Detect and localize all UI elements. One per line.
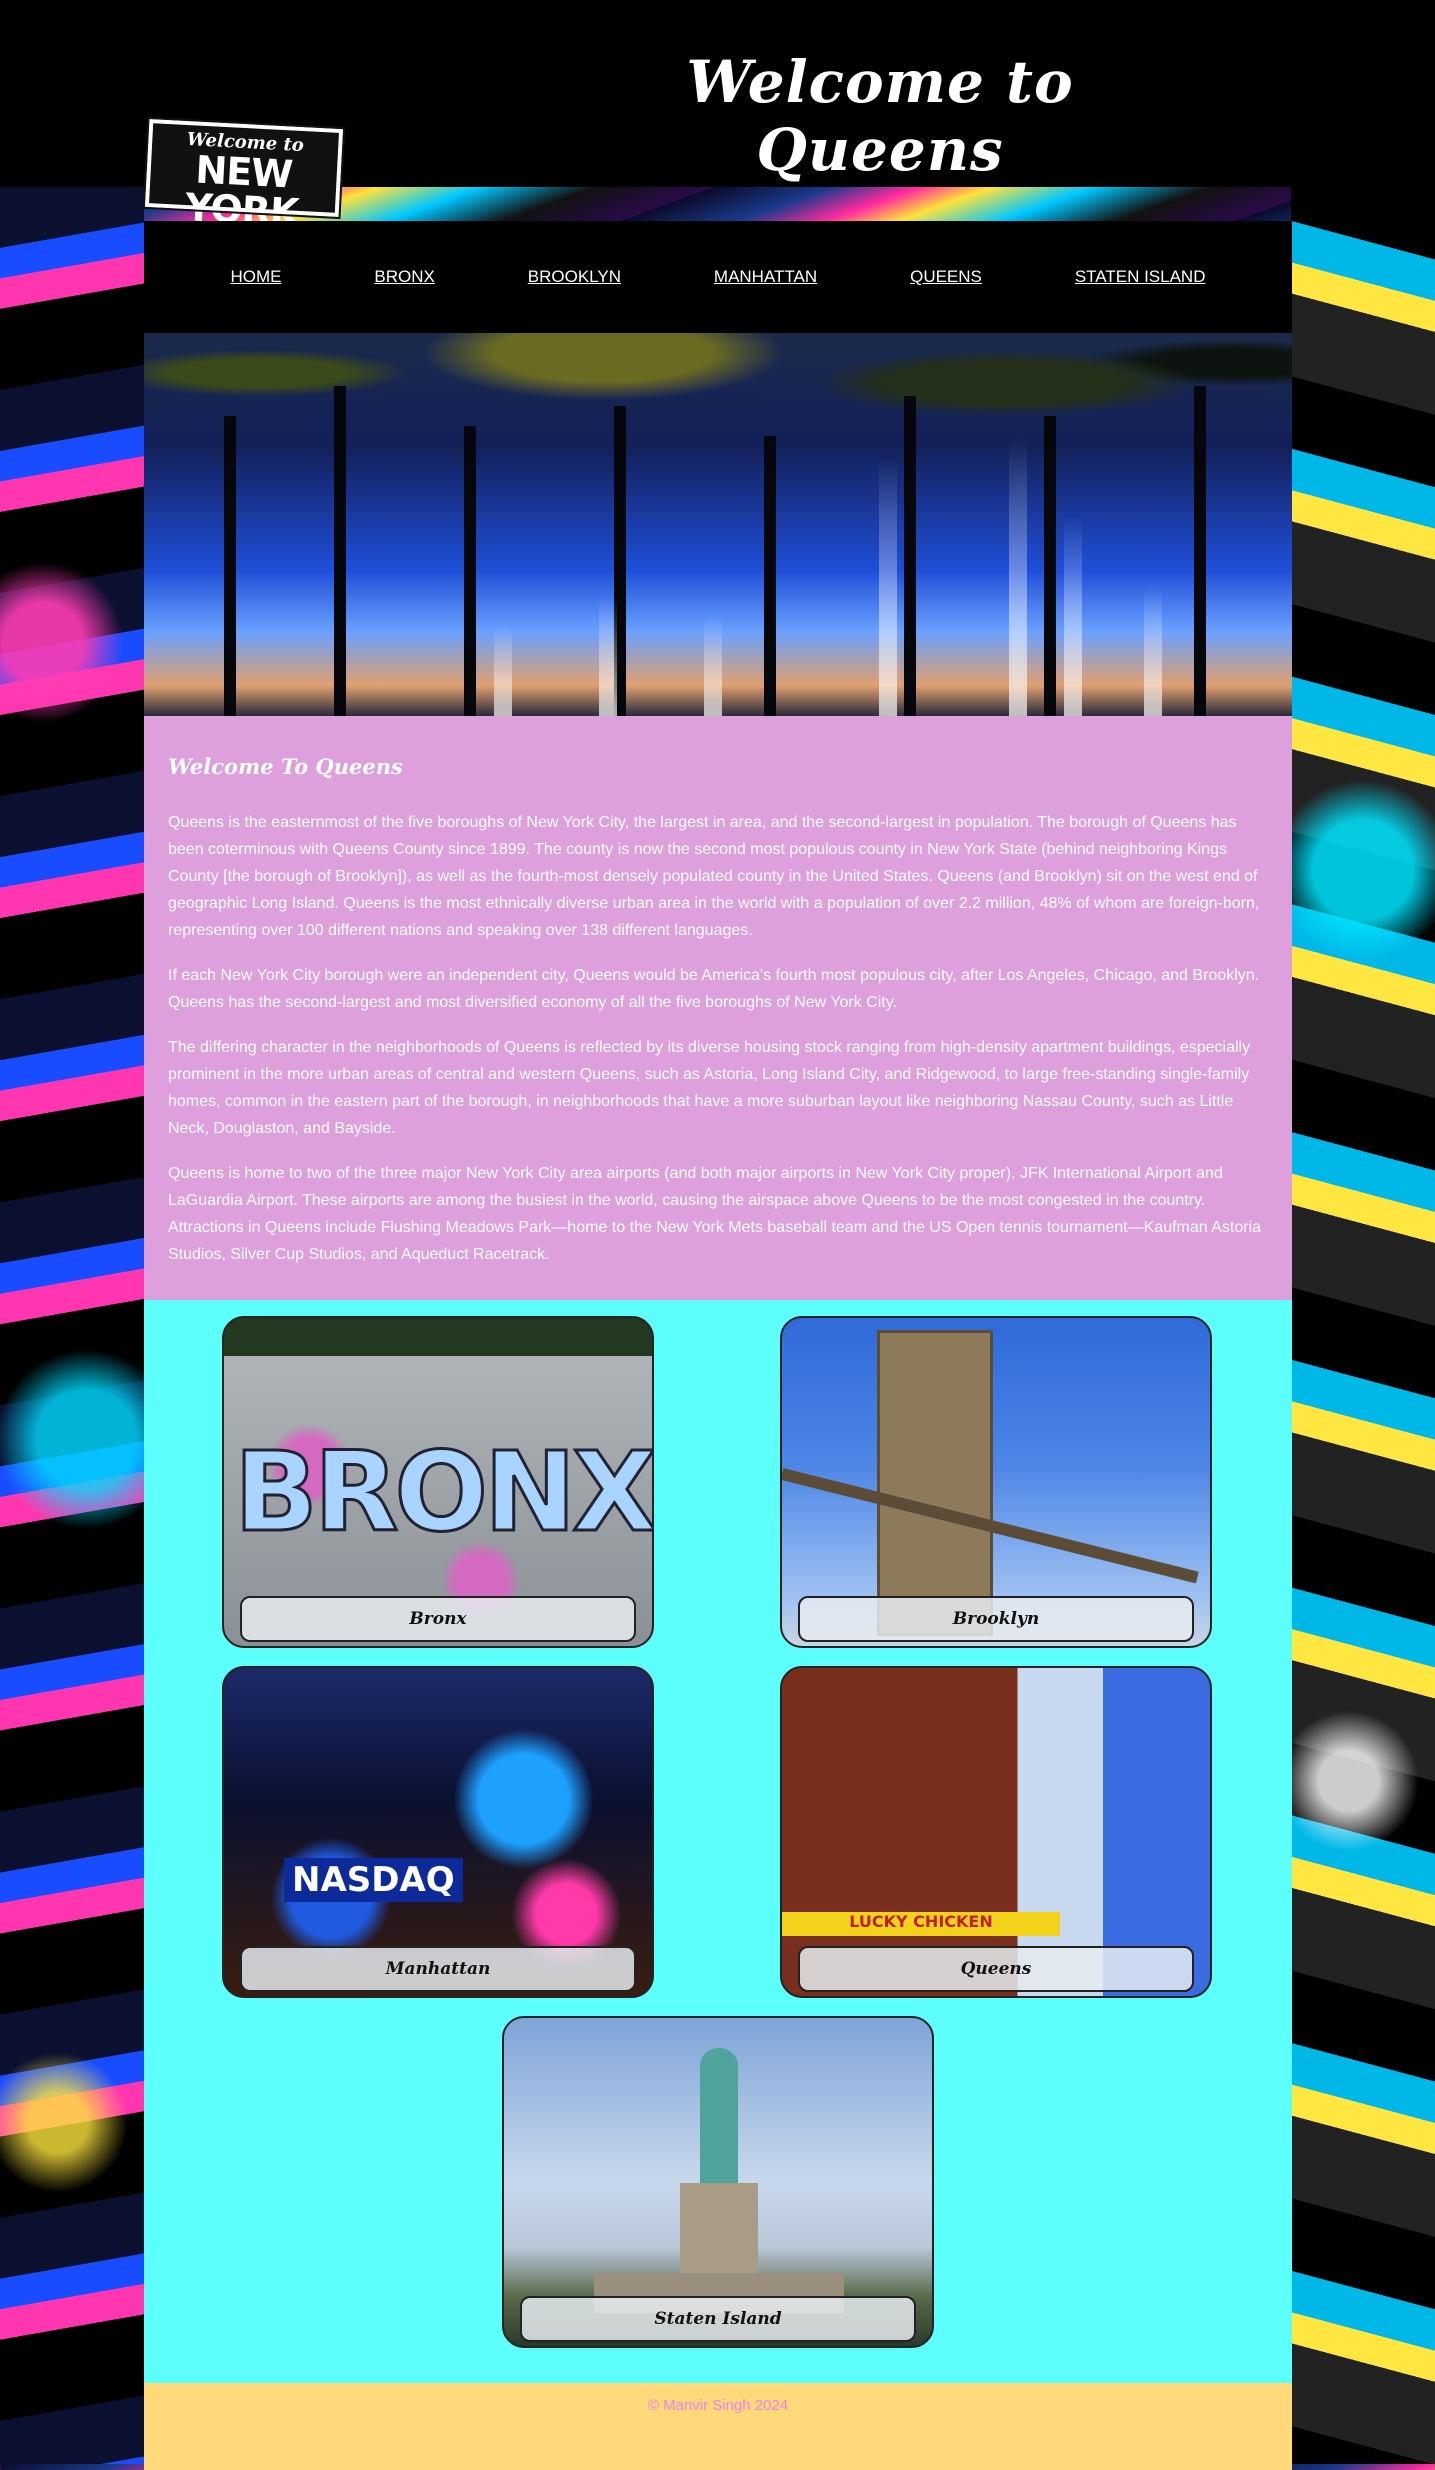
nav-link-brooklyn[interactable]: BROOKLYN: [528, 267, 621, 287]
about-section: Welcome To Queens Queens is the easternm…: [144, 716, 1292, 1300]
hero-image-park-fountains: [144, 333, 1292, 716]
nasdaq-sign-text: NASDAQ: [284, 1858, 463, 1902]
nav-link-staten-island[interactable]: STATEN ISLAND: [1075, 267, 1206, 287]
page-title: Welcome to Queens: [686, 48, 1074, 184]
footer-copyright: © Manvir Singh 2024: [647, 2397, 789, 2414]
main-container: HOME BRONX BROOKLYN MANHATTAN QUEENS STA…: [144, 221, 1292, 2470]
about-paragraph: Queens is the easternmost of the five bo…: [168, 814, 1260, 939]
nav-link-queens[interactable]: QUEENS: [910, 267, 982, 287]
shop-sign-text: LUCKY CHICKEN: [782, 1912, 1060, 1936]
nav-link-home[interactable]: HOME: [230, 267, 281, 287]
card-caption: Brooklyn: [798, 1596, 1194, 1642]
borough-card-manhattan[interactable]: NASDAQ Manhattan: [222, 1666, 654, 1998]
about-paragraph: The differing character in the neighborh…: [168, 1039, 1251, 1137]
borough-card-queens[interactable]: LUCKY CHICKEN Queens: [780, 1666, 1212, 1998]
new-york-logo: Welcome to NEW YORK: [142, 116, 346, 235]
card-caption: Manhattan: [240, 1946, 636, 1992]
background-collage-right: [1291, 187, 1435, 2464]
borough-card-staten-island[interactable]: Staten Island: [502, 2016, 934, 2348]
card-caption: Bronx: [240, 1596, 636, 1642]
borough-card-bronx[interactable]: BRONX Bronx: [222, 1316, 654, 1648]
card-caption: Staten Island: [520, 2296, 916, 2342]
borough-card-brooklyn[interactable]: Brooklyn: [780, 1316, 1212, 1648]
main-nav: HOME BRONX BROOKLYN MANHATTAN QUEENS STA…: [144, 221, 1292, 333]
nav-link-bronx[interactable]: BRONX: [374, 267, 434, 287]
about-paragraph: Queens is home to two of the three major…: [168, 1165, 1262, 1263]
page-footer: © Manvir Singh 2024: [144, 2383, 1292, 2470]
background-collage-left: [0, 187, 144, 2464]
card-caption: Queens: [798, 1946, 1194, 1992]
about-paragraph: If each New York City borough were an in…: [168, 967, 1260, 1011]
nav-link-manhattan[interactable]: MANHATTAN: [714, 267, 817, 287]
bronx-graffiti-text: BRONX: [233, 1427, 653, 1558]
borough-gallery: BRONX Bronx Brooklyn NASDAQ Manhattan LU…: [144, 1300, 1292, 2383]
about-heading: Welcome To Queens: [168, 754, 403, 779]
